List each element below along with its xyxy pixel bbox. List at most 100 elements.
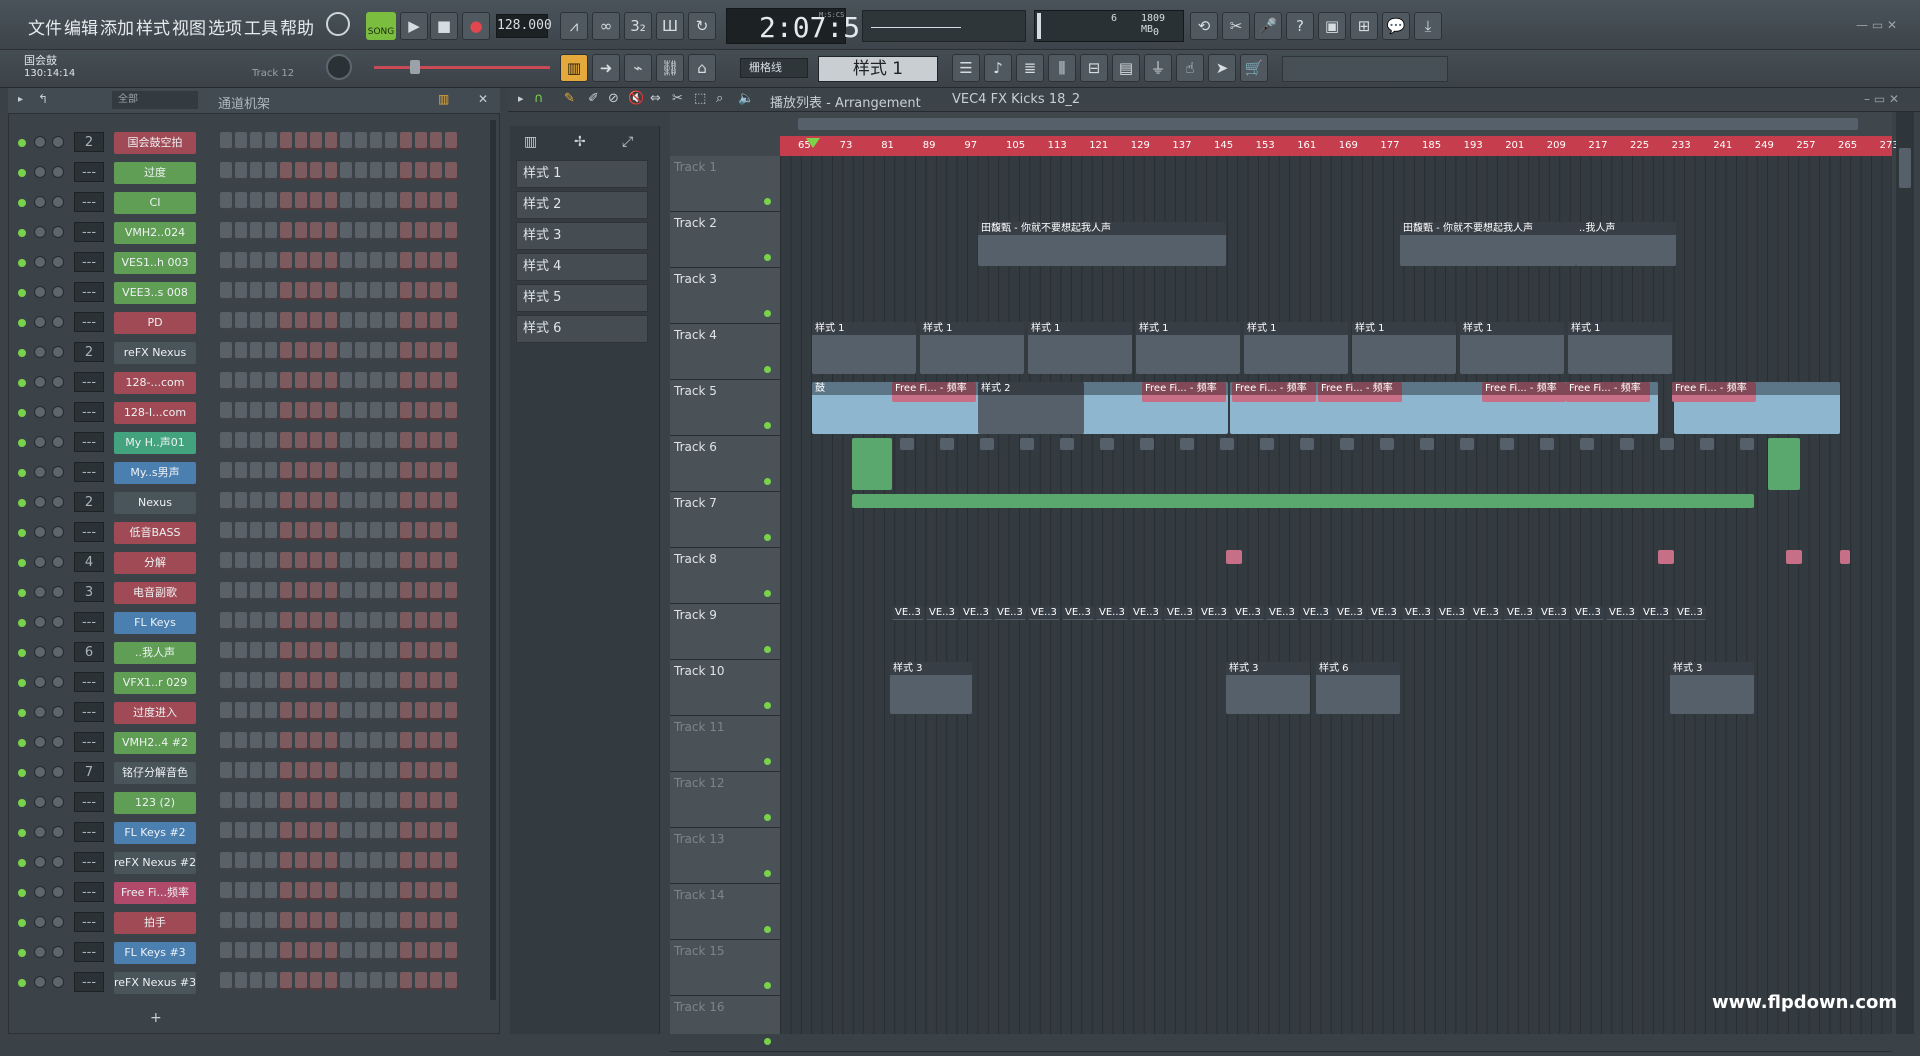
step-button[interactable]: [445, 942, 457, 960]
step-button[interactable]: [400, 462, 412, 480]
channel-pan-knob[interactable]: [34, 736, 46, 748]
channel-mixer-route[interactable]: ---: [74, 792, 104, 812]
audio-clip[interactable]: [1180, 438, 1194, 450]
step-button[interactable]: [415, 192, 427, 210]
step-button[interactable]: [295, 162, 307, 180]
step-button[interactable]: [400, 942, 412, 960]
step-button[interactable]: [415, 282, 427, 300]
channel-mixer-route[interactable]: ---: [74, 852, 104, 872]
step-button[interactable]: [295, 972, 307, 990]
step-button[interactable]: [265, 672, 277, 690]
slip-icon[interactable]: ⇔: [650, 91, 661, 106]
step-button[interactable]: [280, 912, 292, 930]
step-button[interactable]: [370, 522, 382, 540]
step-button[interactable]: [415, 132, 427, 150]
channel-pan-knob[interactable]: [34, 856, 46, 868]
step-button[interactable]: [220, 642, 232, 660]
channel-volume-knob[interactable]: [52, 886, 64, 898]
step-button[interactable]: [220, 252, 232, 270]
audio-clip[interactable]: [852, 438, 892, 490]
step-button[interactable]: [220, 762, 232, 780]
step-button[interactable]: [250, 342, 262, 360]
step-sequencer[interactable]: [220, 942, 475, 964]
channel-row[interactable]: --- VEE3..s 008: [14, 278, 492, 308]
step-button[interactable]: [295, 822, 307, 840]
channel-volume-knob[interactable]: [52, 736, 64, 748]
channel-row[interactable]: --- VFX1..r 029: [14, 668, 492, 698]
step-button[interactable]: [415, 792, 427, 810]
step-button[interactable]: [220, 522, 232, 540]
step-button[interactable]: [220, 912, 232, 930]
channel-mixer-route[interactable]: ---: [74, 282, 104, 302]
step-button[interactable]: [445, 522, 457, 540]
step-button[interactable]: [400, 492, 412, 510]
channel-name-button[interactable]: 128-...com: [114, 372, 196, 394]
channel-pan-knob[interactable]: [34, 616, 46, 628]
audio-clip[interactable]: [1020, 438, 1034, 450]
channel-name-button[interactable]: VFX1..r 029: [114, 672, 196, 694]
audio-clip[interactable]: VE..3: [1198, 606, 1230, 620]
audio-clip[interactable]: VE..3: [1538, 606, 1570, 620]
step-button[interactable]: [310, 882, 322, 900]
step-button[interactable]: [325, 612, 337, 630]
step-button[interactable]: [370, 252, 382, 270]
step-button[interactable]: [295, 462, 307, 480]
pattern-item[interactable]: 样式 2: [516, 191, 648, 219]
step-button[interactable]: [295, 552, 307, 570]
step-button[interactable]: [430, 462, 442, 480]
step-button[interactable]: [370, 972, 382, 990]
step-button[interactable]: [220, 342, 232, 360]
tempo-display[interactable]: 128.000: [496, 14, 552, 38]
step-button[interactable]: [430, 312, 442, 330]
step-button[interactable]: [430, 612, 442, 630]
piano-roll-button[interactable]: ♪: [984, 54, 1012, 82]
channel-mixer-route[interactable]: ---: [74, 882, 104, 902]
channel-name-button[interactable]: ..我人声: [114, 642, 196, 664]
step-button[interactable]: [250, 942, 262, 960]
step-button[interactable]: [325, 342, 337, 360]
track-header[interactable]: Track 8: [674, 552, 780, 608]
step-button[interactable]: [265, 852, 277, 870]
step-button[interactable]: [430, 432, 442, 450]
step-button[interactable]: [385, 972, 397, 990]
step-button[interactable]: [340, 702, 352, 720]
channel-row[interactable]: 4 分解: [14, 548, 492, 578]
step-button[interactable]: [250, 162, 262, 180]
track-mute-led[interactable]: [764, 1038, 771, 1045]
step-button[interactable]: [430, 642, 442, 660]
audio-clip[interactable]: [1540, 438, 1554, 450]
step-button[interactable]: [220, 822, 232, 840]
step-button[interactable]: [220, 702, 232, 720]
step-button[interactable]: [340, 312, 352, 330]
slice-icon[interactable]: ✂: [672, 91, 683, 106]
channel-volume-knob[interactable]: [52, 436, 64, 448]
step-button[interactable]: [280, 762, 292, 780]
channel-name-button[interactable]: My H..声01: [114, 432, 196, 454]
step-button[interactable]: [430, 762, 442, 780]
step-button[interactable]: [250, 312, 262, 330]
step-button[interactable]: [385, 552, 397, 570]
step-button[interactable]: [235, 702, 247, 720]
channel-pan-knob[interactable]: [34, 706, 46, 718]
step-button[interactable]: [235, 252, 247, 270]
channel-mixer-route[interactable]: 2: [74, 132, 104, 152]
step-button[interactable]: [415, 672, 427, 690]
step-button[interactable]: [235, 912, 247, 930]
audio-clip[interactable]: VE..3: [1300, 606, 1332, 620]
pencil-icon[interactable]: ✎: [564, 91, 575, 106]
track-header[interactable]: Track 15: [674, 944, 780, 1000]
audio-clip[interactable]: VE..3: [1606, 606, 1638, 620]
step-button[interactable]: [280, 792, 292, 810]
pattern-item[interactable]: 样式 4: [516, 253, 648, 281]
audio-clip[interactable]: VE..3: [1062, 606, 1094, 620]
step-button[interactable]: [235, 612, 247, 630]
step-button[interactable]: [355, 492, 367, 510]
step-button[interactable]: [400, 672, 412, 690]
step-button[interactable]: [445, 252, 457, 270]
step-button[interactable]: [445, 642, 457, 660]
pattern-clip[interactable]: 样式 1: [1460, 322, 1564, 374]
step-sequencer[interactable]: [220, 792, 475, 814]
rack-scrollbar[interactable]: [490, 120, 496, 1000]
channel-row[interactable]: 6 ..我人声: [14, 638, 492, 668]
step-button[interactable]: [310, 462, 322, 480]
